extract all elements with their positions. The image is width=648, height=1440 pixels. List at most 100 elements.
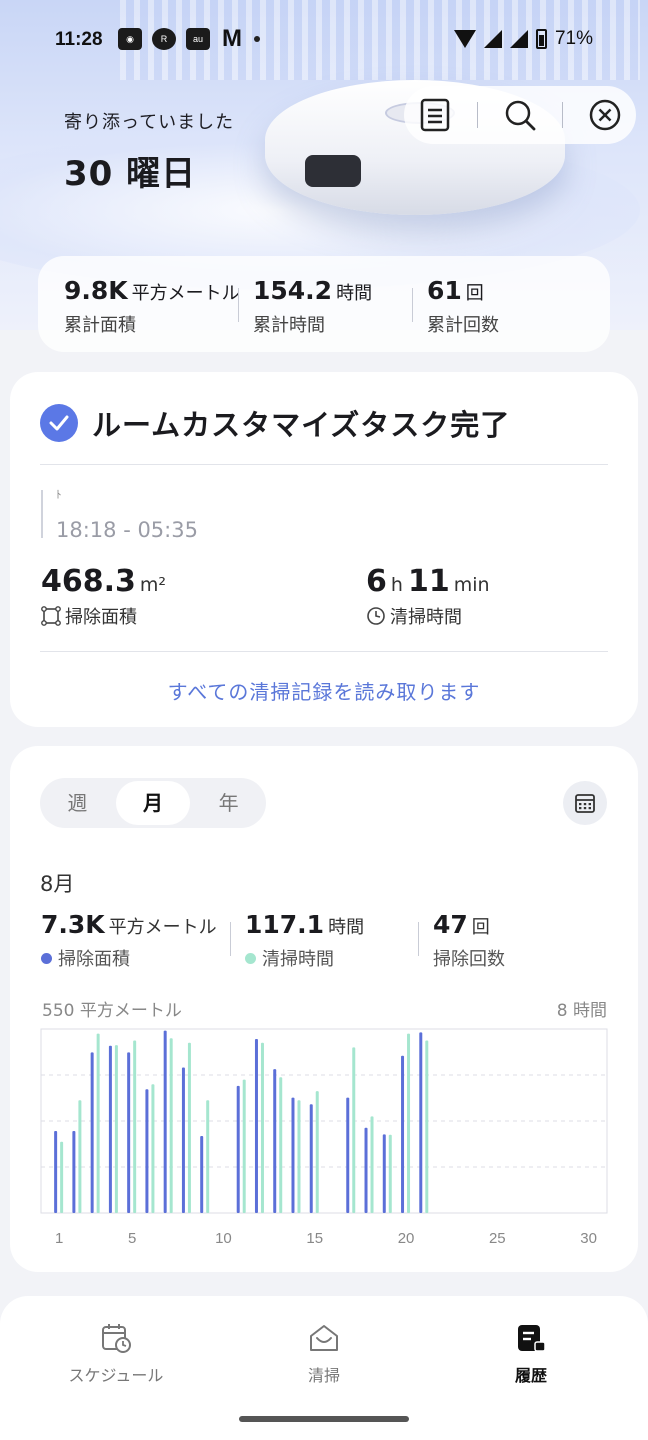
monthly-bar-chart: 1 5 10 15 20 25 30 [40, 1028, 608, 1247]
search-button[interactable] [500, 95, 540, 135]
read-all-records-link[interactable]: すべての清掃記録を読み取ります [10, 676, 638, 705]
chart-left-axis-label: 550 平方メートル [42, 1001, 182, 1021]
hero-text: 寄り添っていました 30 曜日 [64, 108, 234, 195]
time-bar-day-4 [114, 1045, 118, 1213]
time-tag: ﾄ [56, 488, 62, 501]
task-time-range: 18:18 - 05:35 [56, 518, 198, 542]
search-icon [505, 100, 536, 131]
area-bar-day-7 [163, 1030, 167, 1213]
action-divider [562, 102, 563, 128]
task-hours-unit: h [390, 574, 403, 596]
x-tick-label: 1 [55, 1230, 63, 1247]
area-bar-day-18 [364, 1127, 368, 1213]
history-doc-icon [518, 1325, 546, 1352]
tab-week[interactable]: 週 [40, 781, 115, 825]
divider [40, 464, 608, 465]
time-bar-day-13 [279, 1077, 283, 1213]
area-bar-day-8 [181, 1067, 185, 1213]
time-bar-day-21 [425, 1040, 429, 1213]
total-area: 9.8K 平方メートル 累計面積 [64, 276, 240, 337]
total-time-unit: 時間 [336, 283, 373, 304]
nav-label-schedule: スケジュール [68, 1366, 164, 1385]
month-count-label: 掃除回数 [433, 949, 505, 970]
area-bar-day-6 [145, 1089, 149, 1213]
time-bar-day-14 [297, 1100, 301, 1213]
area-bar-day-12 [254, 1039, 258, 1213]
area-bar-day-1 [54, 1131, 58, 1213]
nav-item-schedule[interactable]: スケジュール [36, 1316, 196, 1386]
month-area-label: 掃除面積 [58, 949, 130, 970]
month-count-value: 47 [433, 910, 468, 939]
area-bar-day-19 [382, 1134, 386, 1213]
rakuten-link-icon: R [152, 28, 176, 50]
time-bar-day-20 [407, 1033, 411, 1213]
cumulative-totals: 9.8K 平方メートル 累計面積 154.2 時間 累計時間 61 回 累計回数 [38, 256, 610, 352]
time-bar-day-19 [388, 1134, 392, 1213]
task-area-unit: m² [139, 574, 167, 596]
time-bar-day-9 [206, 1100, 210, 1213]
area-bar-day-11 [236, 1085, 240, 1213]
time-bar-day-12 [260, 1042, 264, 1213]
area-bar-day-4 [108, 1045, 112, 1213]
time-bar-day-6 [151, 1084, 155, 1213]
action-divider [477, 102, 478, 128]
nav-item-clean[interactable]: 清掃 [244, 1316, 404, 1386]
x-tick-label: 20 [398, 1230, 415, 1247]
area-bar-day-3 [90, 1052, 94, 1213]
time-bar-day-8 [187, 1042, 191, 1213]
time-bar-day-11 [242, 1079, 246, 1213]
check-icon [40, 404, 78, 442]
total-time-value: 154.2 [253, 276, 333, 305]
month-time: 117.1 時間 清掃時間 [245, 910, 364, 971]
total-count-value: 61 [427, 276, 462, 305]
signal-icon-2 [509, 30, 528, 48]
time-bar-day-3 [96, 1033, 100, 1213]
task-area-value: 468.3 [41, 564, 136, 599]
message-icon: ◉ [118, 28, 142, 50]
total-area-value: 9.8K [64, 276, 128, 305]
wifi-icon [453, 30, 476, 48]
task-duration-label: 清掃時間 [390, 607, 462, 628]
totals-divider [238, 288, 239, 322]
time-bar-day-5 [133, 1040, 137, 1213]
task-header: ルームカスタマイズタスク完了 [40, 402, 510, 444]
month-time-unit: 時間 [328, 917, 365, 938]
tab-month[interactable]: 月 [115, 781, 191, 825]
x-tick-label: 15 [306, 1230, 323, 1247]
document-button[interactable] [415, 95, 455, 135]
month-label: 8月 [40, 872, 75, 896]
tab-year[interactable]: 年 [191, 781, 266, 825]
task-area-label: 掃除面積 [65, 607, 137, 628]
period-segmented-control: 週 月 年 [40, 778, 266, 828]
robot-sensor-window [305, 155, 361, 187]
home-indicator[interactable] [239, 1416, 409, 1422]
task-duration: 6h 11 min 清掃時間 [366, 564, 490, 629]
calendar-button[interactable] [563, 781, 607, 825]
total-time-label: 累計時間 [253, 315, 325, 336]
area-bar-day-17 [346, 1097, 350, 1213]
document-icon [420, 98, 450, 132]
area-bar-day-15 [309, 1104, 313, 1213]
task-title: ルームカスタマイズタスク完了 [92, 408, 511, 442]
nav-label-clean: 清掃 [307, 1366, 340, 1385]
close-icon [589, 99, 621, 131]
calendar-clock-icon [102, 1324, 131, 1353]
month-time-label: 清掃時間 [262, 949, 334, 970]
notification-dot [254, 36, 260, 42]
divider [40, 651, 608, 652]
totals-divider [412, 288, 413, 322]
x-tick-label: 5 [128, 1230, 136, 1247]
stats-card: 週 月 年 8月 7.3K 平方メートル 掃除面積 117.1 時間 清掃時間 47… [10, 746, 638, 1272]
task-hours: 6 [366, 564, 387, 599]
area-bar-day-13 [273, 1069, 277, 1213]
task-minutes: 11 [408, 564, 450, 599]
month-count: 47 回 掃除回数 [433, 910, 505, 971]
task-area: 468.3 m² 掃除面積 [41, 564, 166, 629]
close-button[interactable] [585, 95, 625, 135]
month-area-unit: 平方メートル [108, 917, 217, 938]
area-bar-day-21 [419, 1032, 423, 1213]
total-count-label: 累計回数 [427, 315, 499, 336]
nav-item-history[interactable]: 履歴 [451, 1316, 611, 1386]
task-complete-card[interactable]: ルームカスタマイズタスク完了 ﾄ 18:18 - 05:35 468.3 m² 掃… [10, 372, 638, 727]
robot-home-icon [310, 1325, 338, 1351]
